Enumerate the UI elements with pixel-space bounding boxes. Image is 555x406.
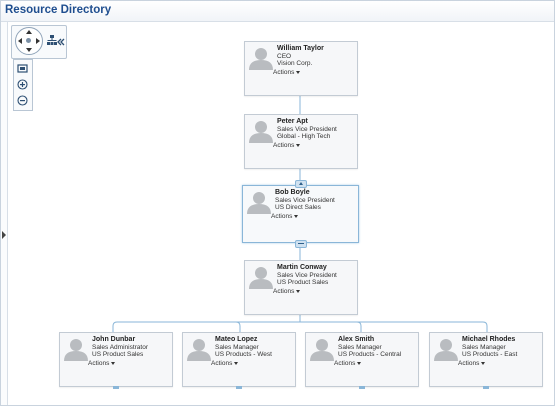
- caret-down-icon: [111, 361, 116, 365]
- side-panel-collapse-strip[interactable]: [1, 22, 8, 405]
- caret-down-icon: [296, 143, 301, 147]
- org-card-alex-smith[interactable]: Alex Smith Sales Manager US Products - C…: [305, 332, 419, 389]
- person-avatar-icon: [249, 267, 273, 289]
- pan-up-icon[interactable]: [26, 30, 32, 34]
- person-avatar-icon: [247, 192, 271, 214]
- caret-down-icon: [294, 214, 299, 218]
- actions-label: Actions: [88, 360, 110, 367]
- card-bottom-marker: [236, 386, 242, 389]
- person-name: Peter Apt: [277, 118, 308, 125]
- actions-menu[interactable]: Actions: [273, 288, 301, 295]
- person-organization: US Product Sales: [277, 279, 329, 286]
- person-name: Alex Smith: [338, 336, 375, 343]
- pan-left-icon[interactable]: [18, 38, 22, 44]
- org-card-michael-rhodes[interactable]: Michael Rhodes Sales Manager US Products…: [429, 332, 543, 389]
- person-avatar-icon: [249, 121, 273, 143]
- person-organization: US Direct Sales: [275, 204, 321, 211]
- person-name: Martin Conway: [277, 264, 327, 271]
- actions-label: Actions: [271, 213, 293, 220]
- actions-menu[interactable]: Actions: [88, 360, 116, 367]
- actions-menu[interactable]: Actions: [334, 360, 362, 367]
- actions-label: Actions: [273, 288, 295, 295]
- org-card-peter-apt[interactable]: Peter Apt Sales Vice President Global - …: [244, 114, 358, 169]
- person-job-title: Sales Vice President: [275, 197, 335, 204]
- person-name: William Taylor: [277, 45, 324, 52]
- actions-label: Actions: [211, 360, 233, 367]
- pan-right-icon[interactable]: [36, 38, 40, 44]
- caret-down-icon: [357, 361, 362, 365]
- person-organization: US Products - Central: [338, 351, 402, 358]
- person-job-title: Sales Vice President: [277, 272, 337, 279]
- zoom-controls: [13, 59, 33, 111]
- window-titlebar: Resource Directory: [1, 1, 554, 22]
- zoom-in-icon[interactable]: [17, 79, 28, 90]
- actions-menu[interactable]: Actions: [273, 69, 301, 76]
- card-bottom-marker: [359, 386, 365, 389]
- card-bottom-marker: [113, 386, 119, 389]
- actions-label: Actions: [458, 360, 480, 367]
- person-organization: US Products - West: [215, 351, 272, 358]
- pan-center-icon[interactable]: [26, 38, 31, 43]
- person-job-title: Sales Manager: [215, 344, 259, 351]
- person-job-title: Sales Administrator: [92, 344, 148, 351]
- person-avatar-icon: [187, 339, 211, 361]
- person-organization: US Products - East: [462, 351, 518, 358]
- person-name: Bob Boyle: [275, 189, 310, 196]
- expand-up-icon: [299, 182, 303, 185]
- person-organization: US Product Sales: [92, 351, 144, 358]
- window-title: Resource Directory: [5, 4, 112, 16]
- actions-menu[interactable]: Actions: [271, 213, 299, 220]
- person-avatar-icon: [64, 339, 88, 361]
- collapse-minus-icon: [298, 243, 304, 244]
- zoom-out-icon[interactable]: [17, 95, 28, 106]
- card-bottom-marker: [483, 386, 489, 389]
- caret-down-icon: [296, 70, 301, 74]
- show-parent-toggle[interactable]: [295, 180, 307, 188]
- org-card-william-taylor[interactable]: William Taylor CEO Vision Corp. Actions: [244, 41, 358, 96]
- person-organization: Global - High Tech: [277, 133, 331, 140]
- org-card-bob-boyle[interactable]: Bob Boyle Sales Vice President US Direct…: [242, 185, 359, 243]
- caret-down-icon: [296, 289, 301, 293]
- org-card-john-dunbar[interactable]: John Dunbar Sales Administrator US Produ…: [59, 332, 173, 389]
- org-card-martin-conway[interactable]: Martin Conway Sales Vice President US Pr…: [244, 260, 358, 315]
- person-job-title: Sales Manager: [462, 344, 506, 351]
- person-avatar-icon: [434, 339, 458, 361]
- person-name: John Dunbar: [92, 336, 136, 343]
- person-avatar-icon: [249, 48, 273, 70]
- actions-menu[interactable]: Actions: [458, 360, 486, 367]
- actions-label: Actions: [273, 142, 295, 149]
- person-organization: Vision Corp.: [277, 60, 313, 67]
- org-card-mateo-lopez[interactable]: Mateo Lopez Sales Manager US Products - …: [182, 332, 296, 389]
- person-job-title: Sales Vice President: [277, 126, 337, 133]
- actions-menu[interactable]: Actions: [273, 142, 301, 149]
- caret-down-icon: [481, 361, 486, 365]
- person-job-title: CEO: [277, 53, 292, 60]
- actions-menu[interactable]: Actions: [211, 360, 239, 367]
- pan-navigation-control[interactable]: [15, 27, 43, 55]
- actions-label: Actions: [334, 360, 356, 367]
- caret-down-icon: [234, 361, 239, 365]
- person-job-title: Sales Manager: [338, 344, 382, 351]
- person-name: Mateo Lopez: [215, 336, 258, 343]
- actions-label: Actions: [273, 69, 295, 76]
- person-name: Michael Rhodes: [462, 336, 516, 343]
- person-avatar-icon: [310, 339, 334, 361]
- fit-to-screen-icon[interactable]: [17, 63, 28, 74]
- expand-panel-arrow-icon[interactable]: [2, 231, 6, 239]
- collapse-children-toggle[interactable]: [295, 240, 307, 248]
- pan-down-icon[interactable]: [26, 48, 32, 52]
- double-chevron-left-icon[interactable]: [57, 38, 65, 46]
